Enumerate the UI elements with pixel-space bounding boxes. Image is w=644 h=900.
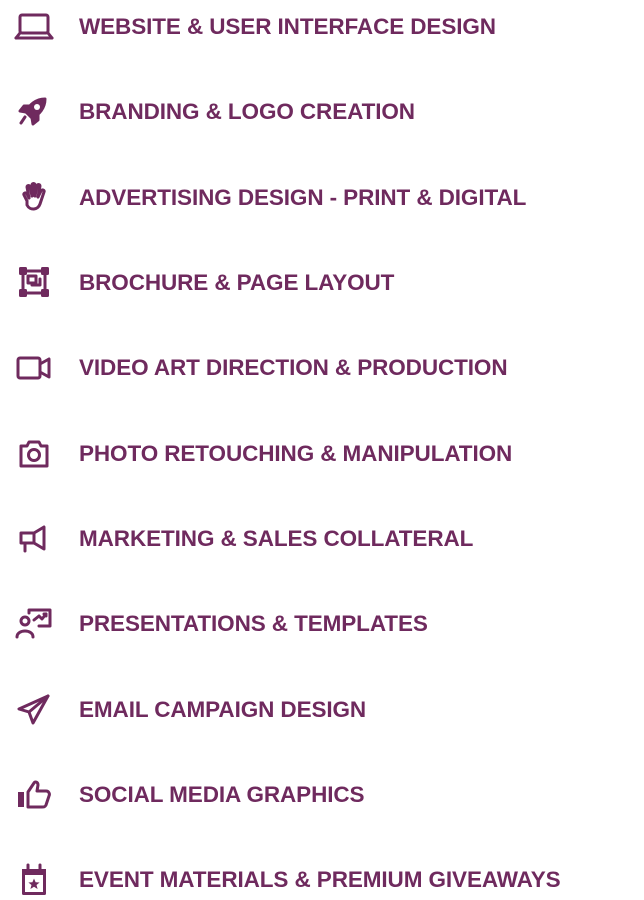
service-label: BROCHURE & PAGE LAYOUT [79,270,395,295]
service-item-website: WEBSITE & USER INTERFACE DESIGN [0,7,644,47]
paper-plane-icon [12,692,56,728]
calendar-star-icon [12,862,56,898]
layout-icon [12,265,56,301]
service-item-video: VIDEO ART DIRECTION & PRODUCTION [0,348,644,388]
service-item-marketing: MARKETING & SALES COLLATERAL [0,519,644,559]
presentation-icon [12,606,56,642]
service-label: BRANDING & LOGO CREATION [79,99,415,124]
service-label: SOCIAL MEDIA GRAPHICS [79,782,365,807]
video-camera-icon [12,350,56,386]
service-item-branding: BRANDING & LOGO CREATION [0,92,644,132]
thumbs-up-icon [12,777,56,813]
service-item-brochure: BROCHURE & PAGE LAYOUT [0,263,644,303]
service-item-presentations: PRESENTATIONS & TEMPLATES [0,604,644,644]
service-label: EMAIL CAMPAIGN DESIGN [79,697,367,722]
service-label: ADVERTISING DESIGN - PRINT & DIGITAL [79,185,527,210]
service-item-photo: PHOTO RETOUCHING & MANIPULATION [0,434,644,474]
service-label: WEBSITE & USER INTERFACE DESIGN [79,14,496,39]
megaphone-icon [12,521,56,557]
service-item-social: SOCIAL MEDIA GRAPHICS [0,775,644,815]
service-item-email: EMAIL CAMPAIGN DESIGN [0,690,644,730]
rocket-icon [12,94,56,130]
service-label: EVENT MATERIALS & PREMIUM GIVEAWAYS [79,867,561,892]
service-label: PRESENTATIONS & TEMPLATES [79,611,428,636]
laptop-icon [12,9,56,45]
service-label: PHOTO RETOUCHING & MANIPULATION [79,441,513,466]
camera-icon [12,436,56,472]
service-item-advertising: ADVERTISING DESIGN - PRINT & DIGITAL [0,178,644,218]
service-item-events: EVENT MATERIALS & PREMIUM GIVEAWAYS [0,860,644,900]
service-label: MARKETING & SALES COLLATERAL [79,526,474,551]
service-label: VIDEO ART DIRECTION & PRODUCTION [79,355,508,380]
hand-icon [12,180,56,216]
